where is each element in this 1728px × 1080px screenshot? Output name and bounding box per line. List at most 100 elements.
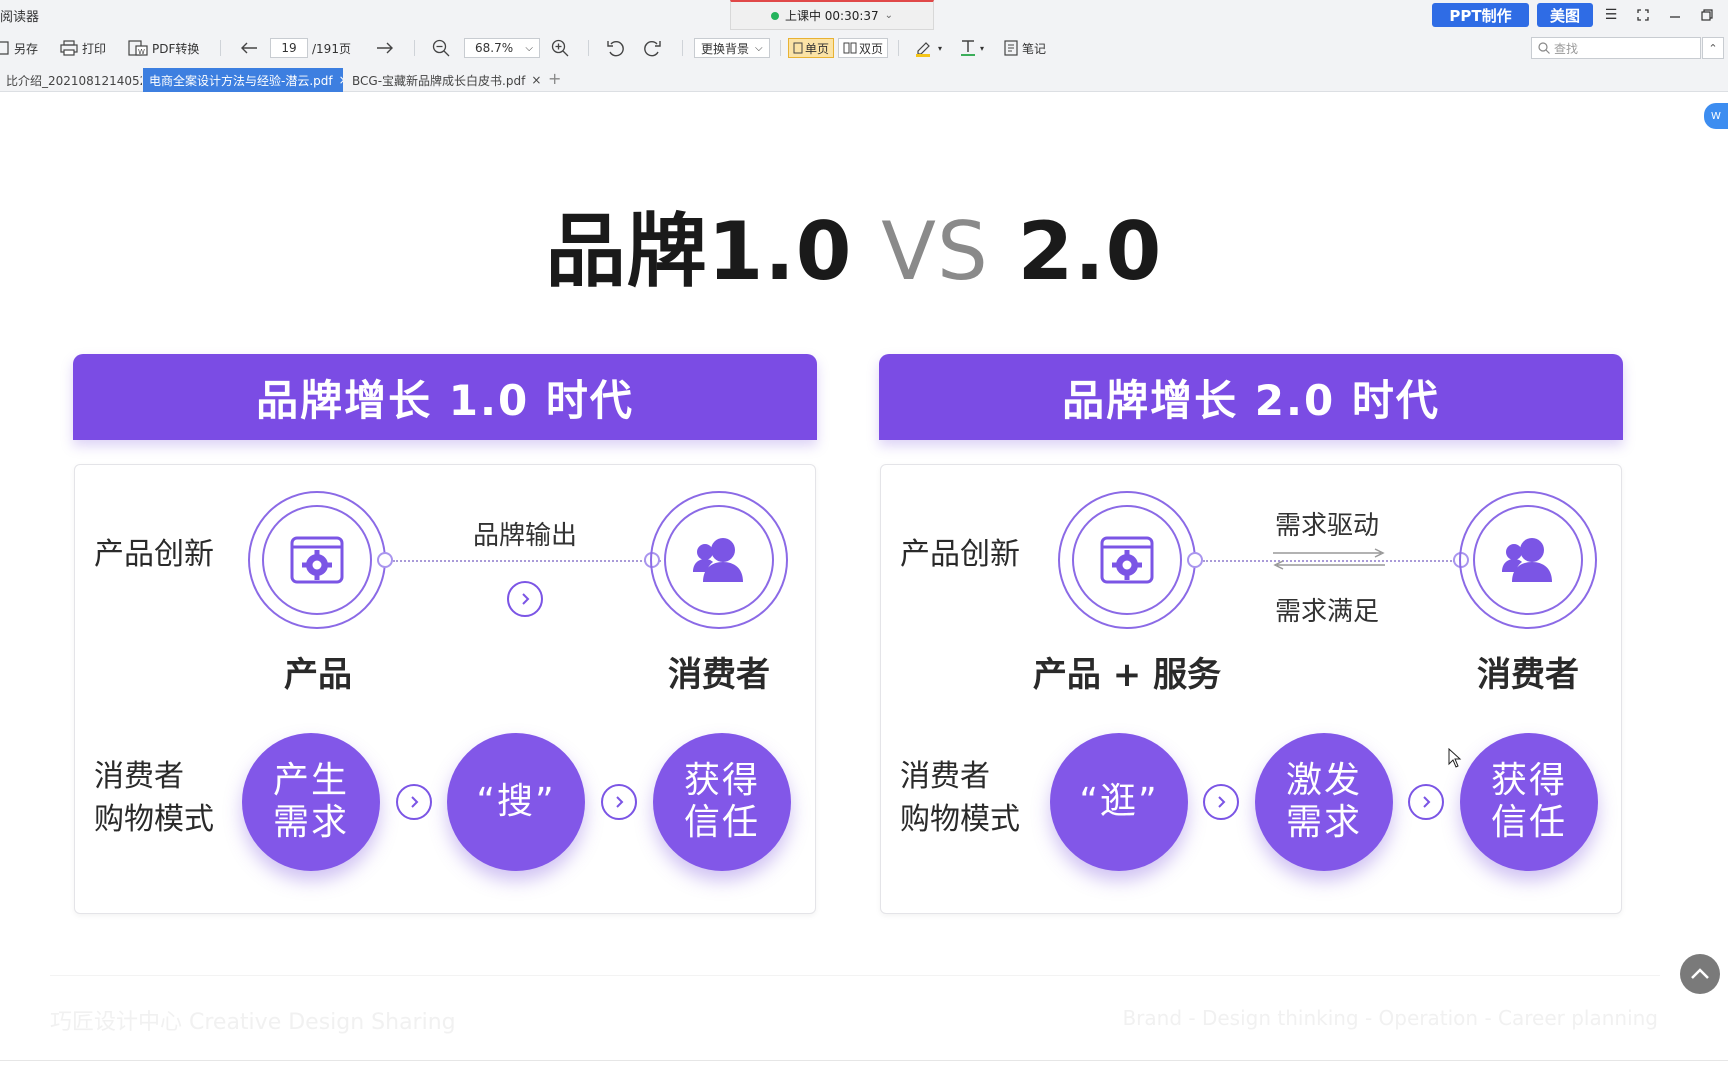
chevron-right-icon xyxy=(396,784,432,820)
search-input[interactable]: 查找 xyxy=(1531,37,1701,59)
tab-document-2[interactable]: 电商全案设计方法与经验-潜云.pdf × xyxy=(143,68,343,92)
chevron-down-icon: ▾ xyxy=(938,43,943,53)
zoom-in-icon[interactable] xyxy=(551,37,569,59)
page-number-input[interactable]: 19 xyxy=(270,38,308,58)
row-label-innovation: 产品创新 xyxy=(900,537,1020,572)
user-icon xyxy=(1502,538,1552,582)
divider xyxy=(780,40,781,56)
change-background-select[interactable]: 更换背景 ⌵ xyxy=(694,37,770,59)
chevron-right-icon xyxy=(601,784,637,820)
divider xyxy=(588,40,589,56)
slide-title: 品牌1.0 VS 2.0 xyxy=(0,187,1708,303)
double-arrow-icon xyxy=(1273,548,1385,570)
tab-label: 比介绍_20210812140523 xyxy=(6,73,142,88)
save-icon xyxy=(0,41,9,55)
minimize-icon[interactable] xyxy=(1662,4,1688,26)
product-service-label: 产品 + 服务 xyxy=(1032,655,1222,695)
recording-indicator[interactable]: 上课中 00:30:37 ⌄ xyxy=(730,0,934,30)
view-mode-toggle: 单页 双页 xyxy=(788,37,889,59)
footer-tags: Brand - Design thinking - Operation - Ca… xyxy=(1122,1006,1658,1030)
single-page-label: 单页 xyxy=(805,41,830,56)
next-page-icon[interactable] xyxy=(376,37,394,59)
menu-icon[interactable]: ☰ xyxy=(1598,4,1624,26)
close-icon[interactable]: × xyxy=(531,73,540,87)
rotate-right-icon[interactable] xyxy=(642,37,662,59)
tab-label: 电商全案设计方法与经验-潜云.pdf xyxy=(149,73,333,88)
row-label-shopping-mode: 购物模式 xyxy=(94,802,214,837)
mouse-cursor-icon xyxy=(1448,748,1462,768)
consumer-label: 消费者 xyxy=(668,655,770,695)
tab-document-3[interactable]: BCG-宝藏新品牌成长白皮书.pdf × xyxy=(346,68,540,92)
highlight-tool[interactable]: ▾ xyxy=(914,37,942,59)
print-button[interactable]: 打印 xyxy=(60,37,106,59)
close-icon[interactable]: × xyxy=(339,73,343,87)
page-total: /191页 xyxy=(312,41,351,56)
step-circle: 获得 信任 xyxy=(653,733,791,871)
chevron-down-icon: ⌄ xyxy=(884,10,894,21)
row-label-consumer: 消费者 xyxy=(900,759,990,794)
title-part-a: 品牌1.0 xyxy=(545,205,853,298)
svg-text:W: W xyxy=(138,48,145,56)
highlighter-icon xyxy=(916,42,930,57)
search-icon xyxy=(1538,42,1550,54)
zoom-out-icon[interactable] xyxy=(432,37,450,59)
toolbar: 另存 打印 W PDF转换 19 /191页 68.7% ⌵ 更换背景 ⌵ 单页… xyxy=(0,30,1728,66)
single-page-icon xyxy=(793,42,803,54)
double-page-icon xyxy=(843,42,857,54)
save-as-label: 另存 xyxy=(14,41,39,56)
prev-page-icon[interactable] xyxy=(240,37,258,59)
meitu-button[interactable]: 美图 xyxy=(1537,3,1593,27)
rotate-left-icon[interactable] xyxy=(606,37,626,59)
fullscreen-icon[interactable] xyxy=(1630,4,1656,26)
divider xyxy=(682,40,683,56)
chevron-down-icon: ⌵ xyxy=(755,42,763,54)
chevron-right-icon xyxy=(507,581,543,617)
footer-divider xyxy=(50,975,1660,976)
product-service-ring xyxy=(1058,491,1196,629)
word-convert-icon[interactable]: W xyxy=(1704,103,1728,129)
tab-document-1[interactable]: 比介绍_20210812140523 × xyxy=(0,68,142,92)
chevron-down-icon: ▾ xyxy=(980,43,985,53)
consumer-ring xyxy=(1459,491,1597,629)
demand-driven-label: 需求驱动 xyxy=(1274,511,1379,541)
tab-label: BCG-宝藏新品牌成长白皮书.pdf xyxy=(352,73,526,88)
footer-brand: 巧匠设计中心 Creative Design Sharing xyxy=(50,1010,456,1035)
zoom-select[interactable]: 68.7% ⌵ xyxy=(464,37,540,59)
recording-dot-icon xyxy=(770,11,779,20)
zoom-value: 68.7% xyxy=(475,41,514,55)
pdf-convert-button[interactable]: W PDF转换 xyxy=(128,37,199,59)
printer-icon xyxy=(60,40,78,56)
text-tool[interactable]: ▾ xyxy=(960,37,984,59)
consumer-ring xyxy=(650,491,788,629)
panel-header: 品牌增长 2.0 时代 xyxy=(879,354,1623,440)
panel-body: 产品创新 品牌输出 产品 消费者 消费者 购物模式 产生 需求 “搜” 获得 信… xyxy=(74,464,816,914)
save-as-button[interactable]: 另存 xyxy=(0,37,38,59)
search-placeholder: 查找 xyxy=(1554,41,1579,56)
title-part-b: 2.0 xyxy=(1017,205,1163,298)
product-ring xyxy=(248,491,386,629)
restore-icon[interactable] xyxy=(1694,4,1720,26)
document-page: 品牌1.0 VS 2.0 品牌增长 1.0 时代 产品创新 品牌输出 产品 消费… xyxy=(0,92,1728,1060)
notes-button[interactable]: 笔记 xyxy=(1004,37,1046,59)
double-page-button[interactable]: 双页 xyxy=(838,38,889,58)
pdf-convert-label: PDF转换 xyxy=(152,41,200,56)
chevron-up-icon[interactable]: ⌃ xyxy=(1702,37,1724,59)
connector-node xyxy=(377,552,393,568)
recording-status: 上课中 00:30:37 xyxy=(784,9,879,23)
pdf-convert-icon: W xyxy=(128,40,148,56)
print-label: 打印 xyxy=(82,41,107,56)
add-tab-icon[interactable]: + xyxy=(548,69,561,88)
consumer-label: 消费者 xyxy=(1477,655,1579,695)
brand-output-label: 品牌输出 xyxy=(472,521,577,551)
settings-icon xyxy=(290,536,344,584)
demand-satisfied-label: 需求满足 xyxy=(1274,597,1379,627)
app-title: 阅读器 xyxy=(0,10,40,25)
change-bg-label: 更换背景 xyxy=(701,41,750,56)
chevron-down-icon: ⌵ xyxy=(525,42,533,54)
single-page-button[interactable]: 单页 xyxy=(788,38,835,58)
row-label-innovation: 产品创新 xyxy=(94,537,214,572)
ppt-make-button[interactable]: PPT制作 xyxy=(1432,3,1529,27)
scroll-to-top-icon[interactable] xyxy=(1680,954,1720,994)
connector-node xyxy=(1187,552,1203,568)
title-bar: 阅读器 上课中 00:30:37 ⌄ PPT制作 美图 ☰ xyxy=(0,0,1728,30)
